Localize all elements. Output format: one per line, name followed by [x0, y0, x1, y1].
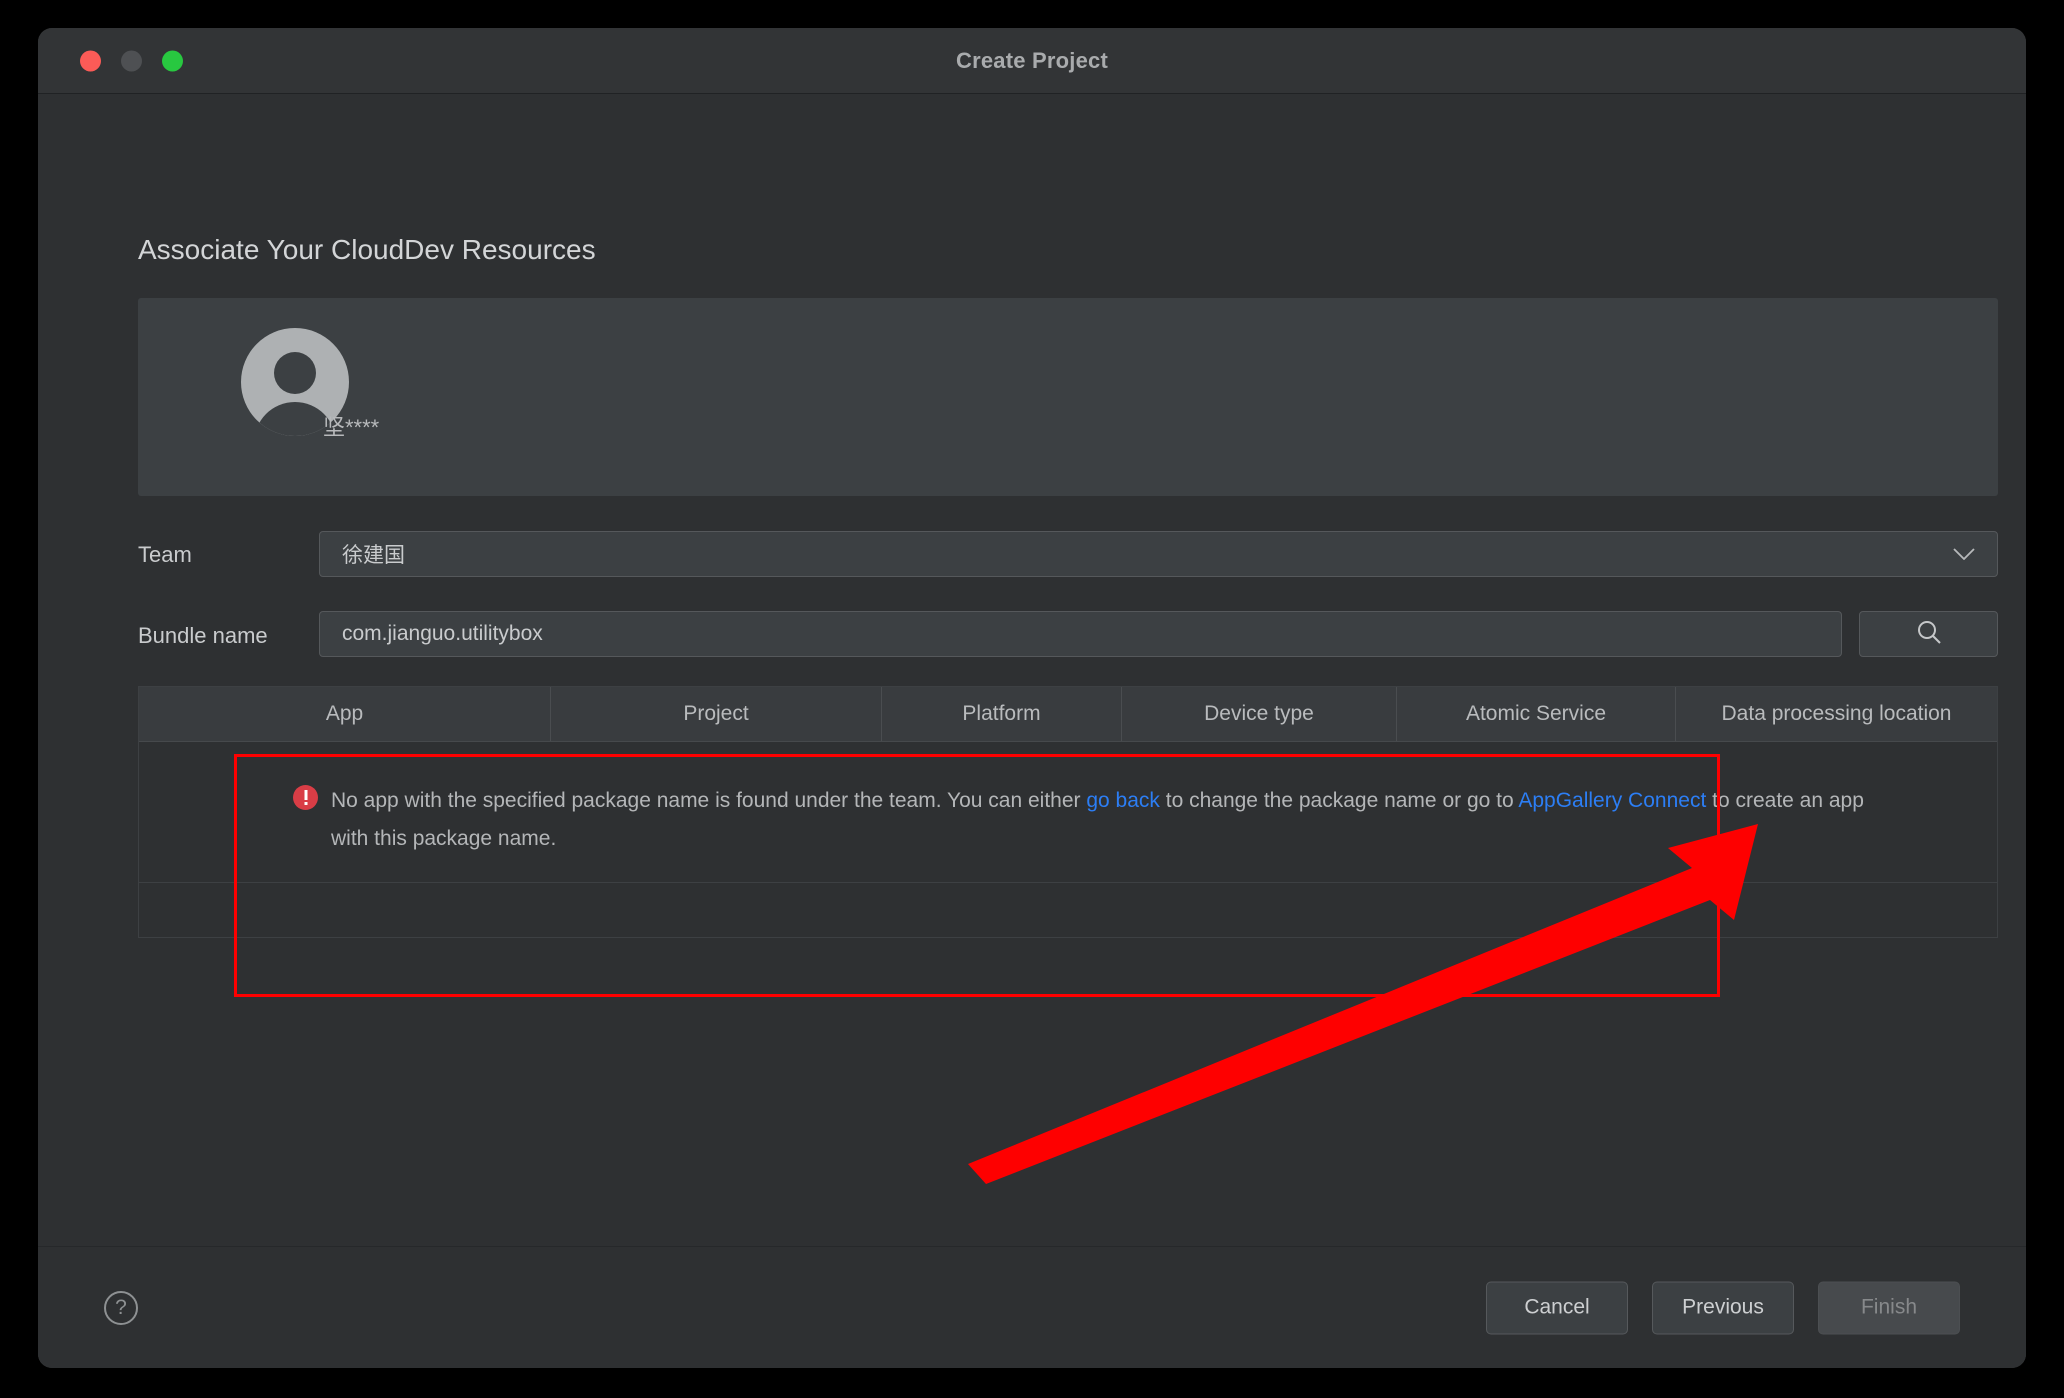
search-icon [1915, 618, 1943, 651]
team-selected-value: 徐建国 [342, 544, 405, 567]
error-message-block: No app with the specified package name i… [293, 782, 1901, 858]
user-name-label: 坚**** [323, 415, 380, 440]
footer-button-group: Cancel Previous Finish [1486, 1281, 1960, 1334]
create-project-dialog: Create Project Associate Your CloudDev R… [38, 28, 2026, 1368]
column-header-platform: Platform [882, 687, 1122, 741]
chevron-down-icon [1953, 548, 1975, 560]
appgallery-connect-link[interactable]: AppGallery Connect [1518, 789, 1706, 812]
help-question-icon[interactable]: ? [104, 1290, 138, 1325]
team-field-label: Team [138, 542, 192, 567]
dialog-content: Associate Your CloudDev Resources 坚**** … [38, 94, 2026, 1368]
go-back-link[interactable]: go back [1086, 789, 1160, 812]
apps-table: App Project Platform Device type Atomic … [138, 686, 1998, 938]
column-header-app: App [139, 687, 551, 741]
empty-state-row: No app with the specified package name i… [139, 742, 1997, 883]
window-titlebar: Create Project [38, 28, 2026, 94]
error-text-part1: No app with the specified package name i… [331, 789, 1087, 812]
error-message-text: No app with the specified package name i… [331, 782, 1901, 858]
apps-table-body: No app with the specified package name i… [139, 742, 1997, 938]
cancel-button[interactable]: Cancel [1486, 1281, 1628, 1334]
avatar-head-shape [274, 352, 316, 394]
column-header-data-processing-location: Data processing location [1721, 702, 1952, 725]
dialog-footer: ? Cancel Previous Finish [38, 1246, 2026, 1368]
column-header-device-type: Device type [1122, 687, 1397, 741]
window-title: Create Project [956, 47, 1108, 73]
apps-table-header: App Project Platform Device type Atomic … [139, 687, 1997, 742]
error-text-part2: to change the package name or go to [1159, 789, 1519, 812]
team-dropdown[interactable]: 徐建国 [319, 531, 1998, 577]
page-title: Associate Your CloudDev Resources [138, 234, 596, 265]
error-exclamation-icon [293, 785, 318, 810]
finish-button[interactable]: Finish [1818, 1281, 1960, 1334]
search-button[interactable] [1859, 611, 1998, 657]
column-header-atomic-service: Atomic Service [1397, 687, 1676, 741]
column-header-project: Project [551, 687, 882, 741]
bundle-name-input[interactable] [319, 611, 1842, 657]
user-account-card [138, 298, 1998, 496]
previous-button[interactable]: Previous [1652, 1281, 1794, 1334]
bundle-name-field-label: Bundle name [138, 623, 268, 648]
